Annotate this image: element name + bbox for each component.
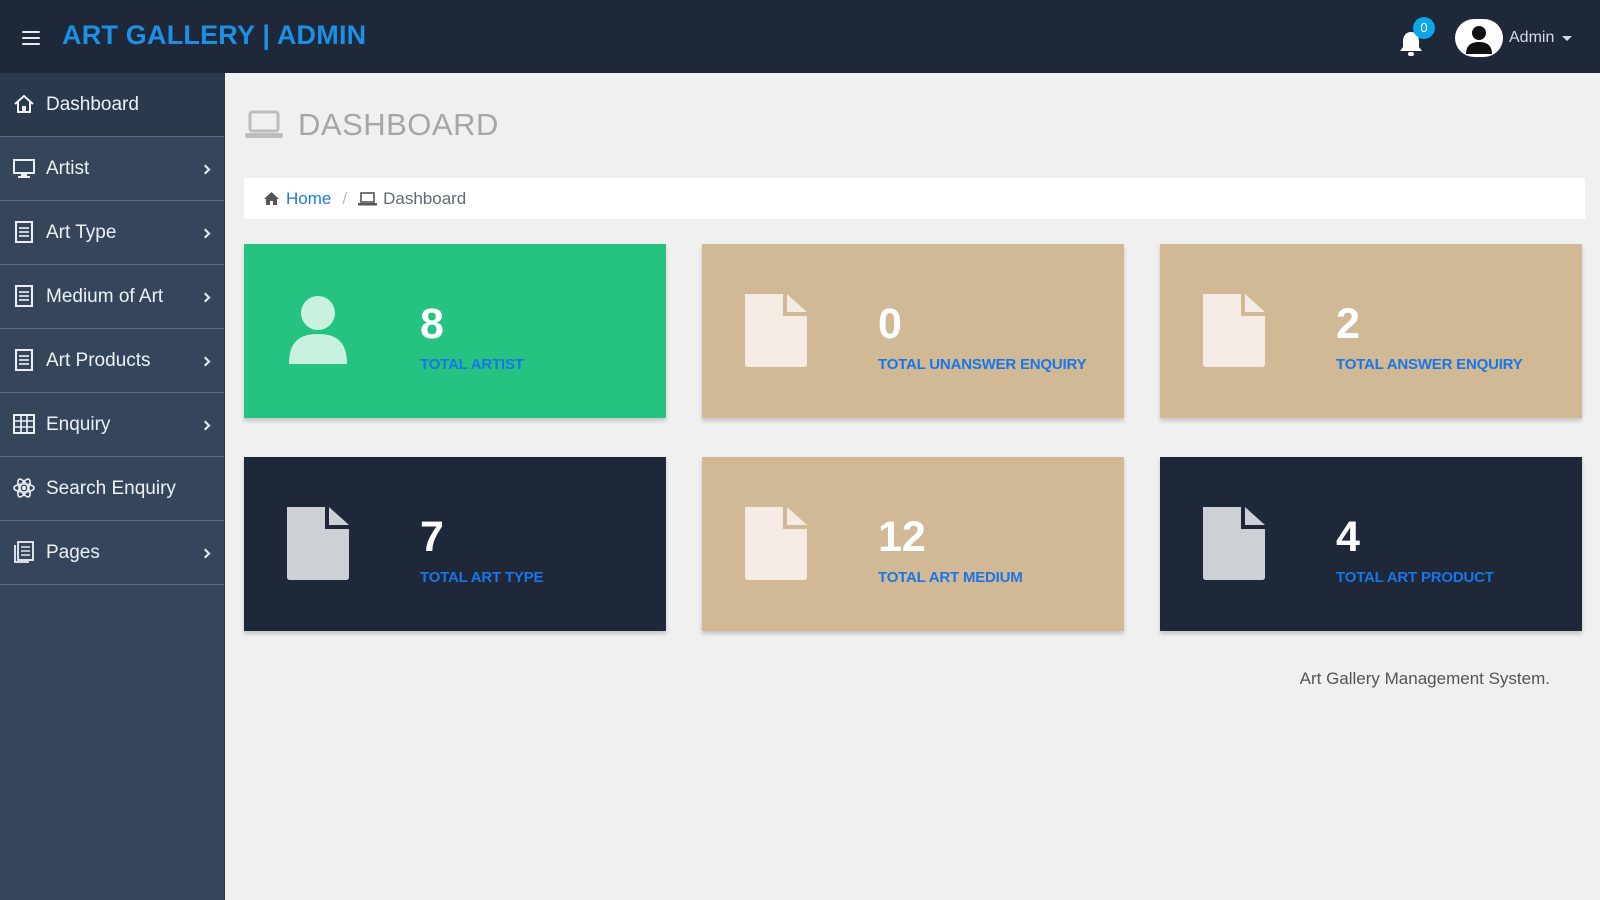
- notification-badge: 0: [1413, 17, 1435, 39]
- user-avatar-icon: [1466, 26, 1492, 54]
- stat-label: TOTAL ART PRODUCT: [1336, 569, 1494, 586]
- breadcrumb-separator: /: [342, 188, 348, 208]
- sidebar-item-label: Search Enquiry: [46, 477, 176, 499]
- chevron-right-icon: [200, 164, 211, 175]
- chevron-right-icon: [200, 292, 211, 303]
- table-icon: [13, 414, 35, 434]
- stat-label: TOTAL UNANSWER ENQUIRY: [878, 356, 1087, 373]
- breadcrumb: Home / Dashboard: [244, 178, 1585, 219]
- home-icon: [14, 94, 34, 113]
- sidebar-item-artist[interactable]: Artist: [0, 137, 224, 201]
- sidebar-item-label: Enquiry: [46, 413, 111, 435]
- atom-icon: [13, 478, 35, 498]
- stat-label: TOTAL ANSWER ENQUIRY: [1336, 356, 1523, 373]
- breadcrumb-current: Dashboard: [358, 189, 466, 209]
- home-icon: [264, 192, 279, 205]
- breadcrumb-home-label: Home: [286, 188, 332, 208]
- brand-title[interactable]: ART GALLERY | ADMIN: [62, 20, 366, 51]
- file-icon: [1203, 294, 1265, 367]
- pages-icon: [14, 541, 34, 563]
- breadcrumb-current-label: Dashboard: [383, 188, 467, 208]
- chevron-down-icon: [1562, 35, 1573, 41]
- sidebar-item-label: Dashboard: [46, 93, 139, 115]
- chevron-right-icon: [200, 548, 211, 559]
- footer-text: Art Gallery Management System.: [1299, 669, 1550, 688]
- sidebar-item-art-products[interactable]: Art Products: [0, 329, 224, 393]
- sidebar-item-dashboard[interactable]: Dashboard: [0, 73, 224, 137]
- user-icon: [289, 296, 347, 364]
- document-icon: [15, 349, 33, 371]
- sidebar-item-art-type[interactable]: Art Type: [0, 201, 224, 265]
- main-content: DASHBOARD Home / Dashboard 8 TOTAL ARTIS…: [225, 73, 1600, 900]
- chevron-right-icon: [200, 356, 211, 367]
- top-navbar: ART GALLERY | ADMIN 0 Admin: [0, 0, 1600, 73]
- stat-card-total-artist[interactable]: 8 TOTAL ARTIST: [244, 244, 666, 418]
- file-icon: [287, 507, 349, 580]
- document-icon: [15, 221, 33, 243]
- file-icon: [1203, 507, 1265, 580]
- document-icon: [15, 285, 33, 307]
- stat-label: TOTAL ARTIST: [420, 356, 524, 373]
- stat-value: 8: [420, 300, 444, 348]
- stat-label: TOTAL ART TYPE: [420, 569, 544, 586]
- breadcrumb-home-link[interactable]: Home: [263, 189, 331, 209]
- sidebar-item-search-enquiry[interactable]: Search Enquiry: [0, 457, 224, 521]
- sidebar-item-label: Art Products: [46, 349, 151, 371]
- sidebar-item-pages[interactable]: Pages: [0, 521, 224, 585]
- sidebar-item-label: Artist: [46, 157, 90, 179]
- stat-value: 2: [1336, 300, 1360, 348]
- sidebar-item-enquiry[interactable]: Enquiry: [0, 393, 224, 457]
- stat-value: 12: [878, 513, 926, 561]
- stat-value: 4: [1336, 513, 1360, 561]
- stat-card-total-art-product[interactable]: 4 TOTAL ART PRODUCT: [1160, 457, 1582, 631]
- page-title: DASHBOARD: [298, 107, 499, 142]
- sidebar-item-label: Pages: [46, 541, 100, 563]
- avatar: [1455, 19, 1503, 57]
- sidebar-item-label: Medium of Art: [46, 285, 164, 307]
- user-name: Admin: [1509, 29, 1555, 46]
- stat-value: 0: [878, 300, 902, 348]
- chevron-right-icon: [200, 228, 211, 239]
- menu-toggle-icon[interactable]: [22, 31, 40, 45]
- laptop-icon: [358, 191, 378, 205]
- laptop-icon: [245, 110, 283, 138]
- chevron-right-icon: [200, 420, 211, 431]
- sidebar: Dashboard Artist Art Type Medium of Art: [0, 73, 225, 900]
- stat-card-total-unanswer-enquiry[interactable]: 0 TOTAL UNANSWER ENQUIRY: [702, 244, 1124, 418]
- stat-card-total-answer-enquiry[interactable]: 2 TOTAL ANSWER ENQUIRY: [1160, 244, 1582, 418]
- stat-card-total-art-medium[interactable]: 12 TOTAL ART MEDIUM: [702, 457, 1124, 631]
- sidebar-item-label: Art Type: [46, 221, 117, 243]
- stat-value: 7: [420, 513, 444, 561]
- page-header: DASHBOARD: [244, 107, 499, 143]
- file-icon: [745, 507, 807, 580]
- stat-card-total-art-type[interactable]: 7 TOTAL ART TYPE: [244, 457, 666, 631]
- sidebar-item-medium-of-art[interactable]: Medium of Art: [0, 265, 224, 329]
- user-menu[interactable]: Admin: [1455, 19, 1573, 57]
- stat-label: TOTAL ART MEDIUM: [878, 569, 1023, 586]
- monitor-icon: [13, 159, 35, 178]
- file-icon: [745, 294, 807, 367]
